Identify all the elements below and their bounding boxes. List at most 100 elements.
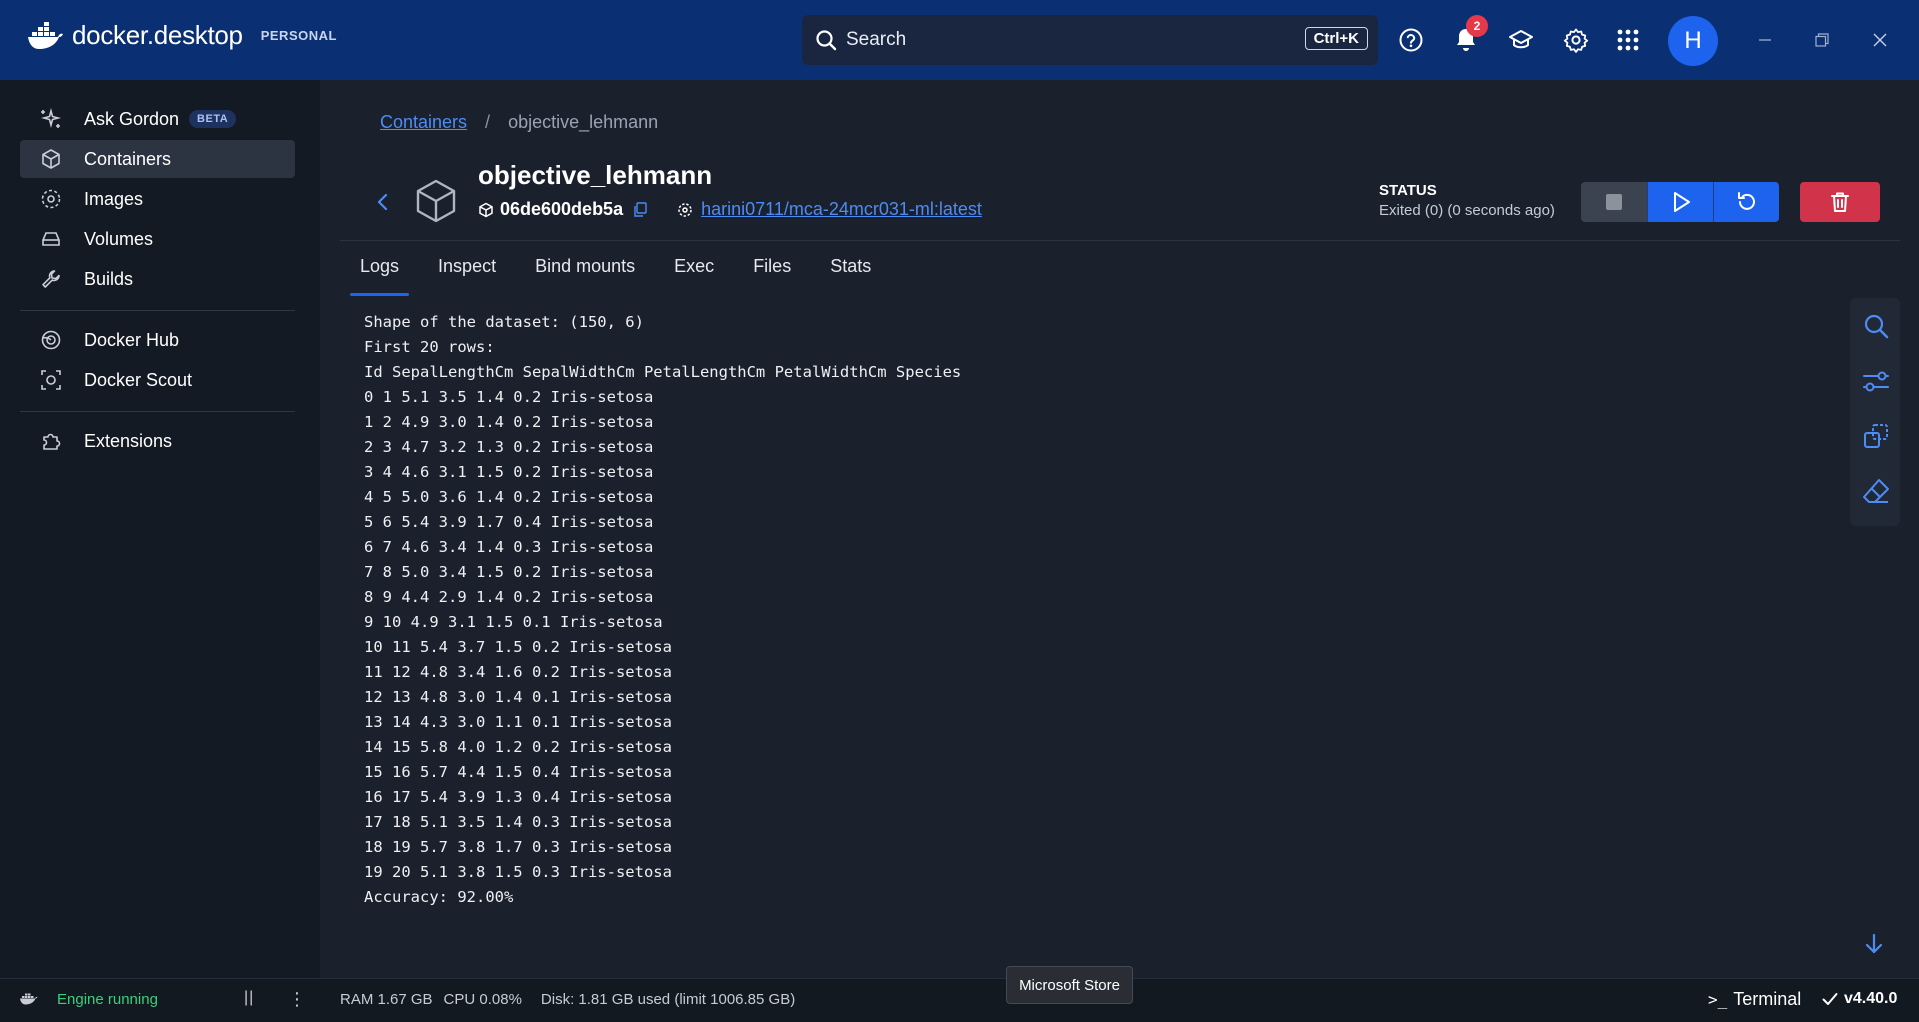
version-indicator[interactable]: v4.40.0 <box>1822 990 1897 1008</box>
cpu-usage: CPU 0.08% <box>443 991 522 1008</box>
log-line: 12 13 4.8 3.0 1.4 0.1 Iris-setosa <box>364 688 672 706</box>
close-icon[interactable] <box>1864 24 1896 56</box>
sidebar-item-label: Builds <box>84 268 134 289</box>
container-id-icon <box>479 202 493 217</box>
hub-icon <box>40 329 62 351</box>
terminal-label: Terminal <box>1733 989 1802 1009</box>
engine-status: Engine running <box>57 991 158 1008</box>
images-icon <box>40 188 62 210</box>
sidebar-item-docker-scout[interactable]: Docker Scout <box>20 361 295 399</box>
log-line: 15 16 5.7 4.4 1.5 0.4 Iris-setosa <box>364 763 672 781</box>
gordon-icon <box>40 108 62 130</box>
sidebar: Ask Gordon BETA Containers Images Volume… <box>0 80 320 978</box>
tab-files[interactable]: Files <box>753 256 791 288</box>
log-line: First 20 rows: <box>364 338 495 356</box>
sidebar-item-docker-hub[interactable]: Docker Hub <box>20 321 295 359</box>
minimize-icon[interactable] <box>1749 24 1781 56</box>
docker-desktop-window: docker.desktop PERSONAL Search Ctrl+K 2 … <box>0 0 1919 1022</box>
log-line: Id SepalLengthCm SepalWidthCm PetalLengt… <box>364 363 962 381</box>
terminal-icon: >_ <box>1708 990 1728 1009</box>
sidebar-item-ask-gordon[interactable]: Ask Gordon BETA <box>20 100 295 138</box>
breadcrumb-containers-link[interactable]: Containers <box>380 112 467 133</box>
search-bar[interactable]: Search Ctrl+K <box>802 15 1378 65</box>
log-output: Shape of the dataset: (150, 6) First 20 r… <box>364 310 961 910</box>
sidebar-divider <box>20 411 295 412</box>
engine-whale-icon <box>20 990 38 1010</box>
tab-inspect[interactable]: Inspect <box>438 256 496 288</box>
docker-whale-icon <box>28 21 63 49</box>
tab-stats[interactable]: Stats <box>830 256 871 288</box>
log-line: 2 3 4.7 3.2 1.3 0.2 Iris-setosa <box>364 438 654 456</box>
back-button[interactable] <box>372 190 394 219</box>
filter-icon[interactable] <box>1862 367 1890 395</box>
scroll-to-bottom-button[interactable] <box>1862 932 1886 961</box>
copy-id-icon[interactable] <box>633 201 647 218</box>
log-line: 19 20 5.1 3.8 1.5 0.3 Iris-setosa <box>364 863 672 881</box>
sidebar-item-volumes[interactable]: Volumes <box>20 220 295 258</box>
eraser-icon[interactable] <box>1862 477 1890 505</box>
start-button[interactable] <box>1647 182 1713 222</box>
more-options-button[interactable]: ⋮ <box>288 989 306 1010</box>
disk-usage: Disk: 1.81 GB used (limit 1006.85 GB) <box>540 991 796 1008</box>
container-id: 06de600deb5a <box>500 199 624 219</box>
status-label: STATUS <box>1379 182 1437 199</box>
sidebar-item-label: Containers <box>84 148 172 169</box>
log-line: 9 10 4.9 3.1 1.5 0.1 Iris-setosa <box>364 613 663 631</box>
tab-exec[interactable]: Exec <box>674 256 714 288</box>
tab-bar: Logs Inspect Bind mounts Exec Files Stat… <box>349 256 910 296</box>
settings-icon[interactable] <box>1560 24 1592 56</box>
version-label: v4.40.0 <box>1844 990 1898 1007</box>
scout-icon <box>40 369 62 391</box>
sidebar-divider <box>20 310 295 311</box>
log-line: 11 12 4.8 3.4 1.6 0.2 Iris-setosa <box>364 663 672 681</box>
search-logs-icon[interactable] <box>1862 312 1890 340</box>
sidebar-item-label: Ask Gordon <box>84 108 180 129</box>
sidebar-item-containers[interactable]: Containers <box>20 140 295 178</box>
restart-button[interactable] <box>1713 182 1779 222</box>
stop-icon <box>1606 194 1622 210</box>
sidebar-item-label: Images <box>84 188 144 209</box>
tab-logs[interactable]: Logs <box>349 256 410 296</box>
sidebar-item-builds[interactable]: Builds <box>20 260 295 298</box>
log-line: 14 15 5.8 4.0 1.2 0.2 Iris-setosa <box>364 738 672 756</box>
tab-bind-mounts[interactable]: Bind mounts <box>535 256 635 288</box>
learn-icon[interactable] <box>1505 24 1537 56</box>
search-icon <box>816 30 837 51</box>
help-icon[interactable] <box>1395 24 1427 56</box>
terminal-button[interactable]: >_ Terminal <box>1708 989 1801 1010</box>
log-line: 3 4 4.6 3.1 1.5 0.2 Iris-setosa <box>364 463 654 481</box>
delete-button[interactable] <box>1800 182 1880 222</box>
stop-button[interactable] <box>1581 182 1647 222</box>
title-bar: docker.desktop PERSONAL Search Ctrl+K 2 … <box>0 0 1919 80</box>
apps-grid-icon[interactable] <box>1612 24 1644 56</box>
pause-engine-button[interactable]: || <box>244 989 254 1007</box>
header-divider <box>340 240 1900 241</box>
user-avatar[interactable]: H <box>1668 16 1718 66</box>
log-line: 10 11 5.4 3.7 1.5 0.2 Iris-setosa <box>364 638 672 656</box>
copy-logs-icon[interactable] <box>1862 422 1890 450</box>
wrench-icon <box>40 268 62 290</box>
ram-usage: RAM 1.67 GB <box>340 991 433 1008</box>
logo-text: docker.desktop <box>72 20 243 50</box>
sidebar-item-images[interactable]: Images <box>20 180 295 218</box>
status-footer: Engine running || ⋮ RAM 1.67 GB CPU 0.08… <box>0 978 1919 1022</box>
beta-badge: BETA <box>189 110 237 128</box>
sidebar-item-extensions[interactable]: Extensions <box>20 422 295 460</box>
log-line: 0 1 5.1 3.5 1.4 0.2 Iris-setosa <box>364 388 654 406</box>
breadcrumb-current: objective_lehmann <box>508 112 659 132</box>
image-link[interactable]: harini0711/mca-24mcr031-ml:latest <box>701 199 982 220</box>
restore-icon[interactable] <box>1806 24 1838 56</box>
log-line: 7 8 5.0 3.4 1.5 0.2 Iris-setosa <box>364 563 654 581</box>
container-name: objective_lehmann <box>478 160 713 190</box>
log-line: 17 18 5.1 3.5 1.4 0.3 Iris-setosa <box>364 813 672 831</box>
log-line: 6 7 4.6 3.4 1.4 0.3 Iris-setosa <box>364 538 654 556</box>
log-line: 1 2 4.9 3.0 1.4 0.2 Iris-setosa <box>364 413 654 431</box>
tooltip: Microsoft Store <box>1006 966 1133 1004</box>
sidebar-item-label: Extensions <box>84 430 173 451</box>
log-line: 16 17 5.4 3.9 1.3 0.4 Iris-setosa <box>364 788 672 806</box>
arrow-down-icon <box>1865 933 1883 954</box>
image-icon <box>677 202 693 218</box>
docker-logo[interactable]: docker.desktop PERSONAL <box>28 20 337 51</box>
trash-icon <box>1831 192 1849 212</box>
breadcrumb: Containers / objective_lehmann <box>380 112 658 133</box>
